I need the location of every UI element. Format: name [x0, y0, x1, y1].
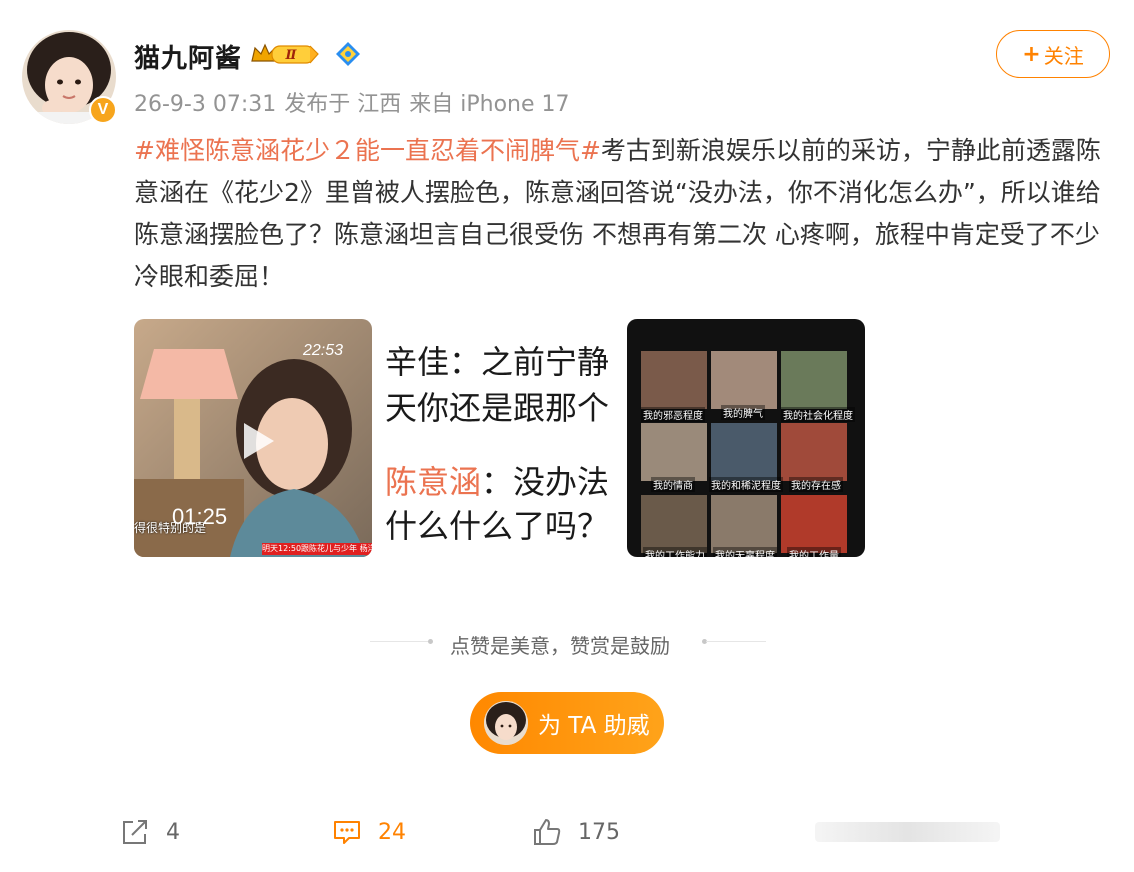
- image2-line2: 天你还是跟那个: [385, 389, 610, 427]
- comment-count: 24: [378, 819, 406, 845]
- grid-label: 我的脾气: [721, 405, 765, 420]
- thumbs-up-icon: [534, 819, 561, 845]
- divider-right: [706, 641, 766, 642]
- image-thumbnail-3[interactable]: 我的邪恶程度 我的脾气 我的社会化程度 我的情商 我的和稀泥程度 我的存在感 我…: [627, 319, 865, 557]
- grid-label: 我的无辜程度: [713, 547, 777, 557]
- share-icon: [123, 820, 147, 844]
- post-location: 发布于 江西: [284, 92, 402, 117]
- post-time[interactable]: 26-9-3 07:31: [134, 92, 276, 117]
- grid-label: 我的社会化程度: [781, 407, 855, 422]
- image2-line4: 什么什么了吗？: [385, 507, 610, 545]
- image2-speaker: 陈意涵: [385, 463, 482, 501]
- post-text: #难怪陈意涵花少２能一直忍着不闹脾气#考古到新浪娱乐以前的采访，宁静此前透露陈意…: [134, 130, 1104, 298]
- play-icon[interactable]: [234, 419, 278, 463]
- support-avatar: [484, 701, 528, 745]
- crown-level-icon[interactable]: Ⅱ: [250, 42, 320, 66]
- grid-label: 我的工作能力: [643, 547, 707, 557]
- share-count: 4: [166, 819, 180, 845]
- identity-badge-icon[interactable]: [335, 41, 361, 67]
- post-meta: 26-9-3 07:31 发布于 江西 来自 iPhone 17: [134, 86, 578, 118]
- blurred-placeholder: [815, 822, 1000, 842]
- image2-line3: ：没办法: [481, 463, 610, 501]
- video-banner: 明天12:50跟陈花儿与少年 杨洋: [262, 543, 372, 555]
- comment-icon: [334, 821, 360, 844]
- comment-action[interactable]: 24: [332, 812, 406, 852]
- grid-label: 我的存在感: [789, 477, 843, 492]
- divider-dot: [428, 639, 433, 644]
- video-duration: 01:25: [172, 504, 228, 529]
- image2-line1: 辛佳：之前宁静: [385, 343, 610, 381]
- like-action[interactable]: 175: [532, 812, 620, 852]
- video-clock: 22:53: [303, 342, 344, 359]
- hashtag-link[interactable]: #难怪陈意涵花少２能一直忍着不闹脾气#: [134, 136, 601, 165]
- divider-left: [370, 641, 430, 642]
- grid-label: 我的工作量: [787, 547, 841, 557]
- grid-label: 我的邪恶程度: [641, 407, 705, 422]
- reward-tagline: 点赞是美意，赞赏是鼓励: [450, 634, 670, 658]
- support-button[interactable]: 为 TA 助威: [470, 692, 664, 754]
- support-label: 为 TA 助威: [538, 713, 650, 739]
- image-thumbnail-2[interactable]: 辛佳：之前宁静 天你还是跟那个 陈意涵：没办法 什么什么了吗？: [379, 319, 617, 557]
- post-source: 来自 iPhone 17: [409, 92, 570, 117]
- grid-label: 我的情商: [651, 477, 695, 492]
- share-action[interactable]: 4: [120, 812, 180, 852]
- svg-text:Ⅱ: Ⅱ: [285, 48, 298, 63]
- username[interactable]: 猫九阿酱: [134, 38, 242, 75]
- follow-label: 关注: [1043, 43, 1084, 68]
- grid-label: 我的和稀泥程度: [709, 477, 783, 492]
- follow-button[interactable]: + 关注: [996, 30, 1110, 78]
- plus-icon: +: [1022, 41, 1041, 67]
- like-count: 175: [578, 819, 620, 845]
- verified-badge-icon: V: [89, 96, 117, 124]
